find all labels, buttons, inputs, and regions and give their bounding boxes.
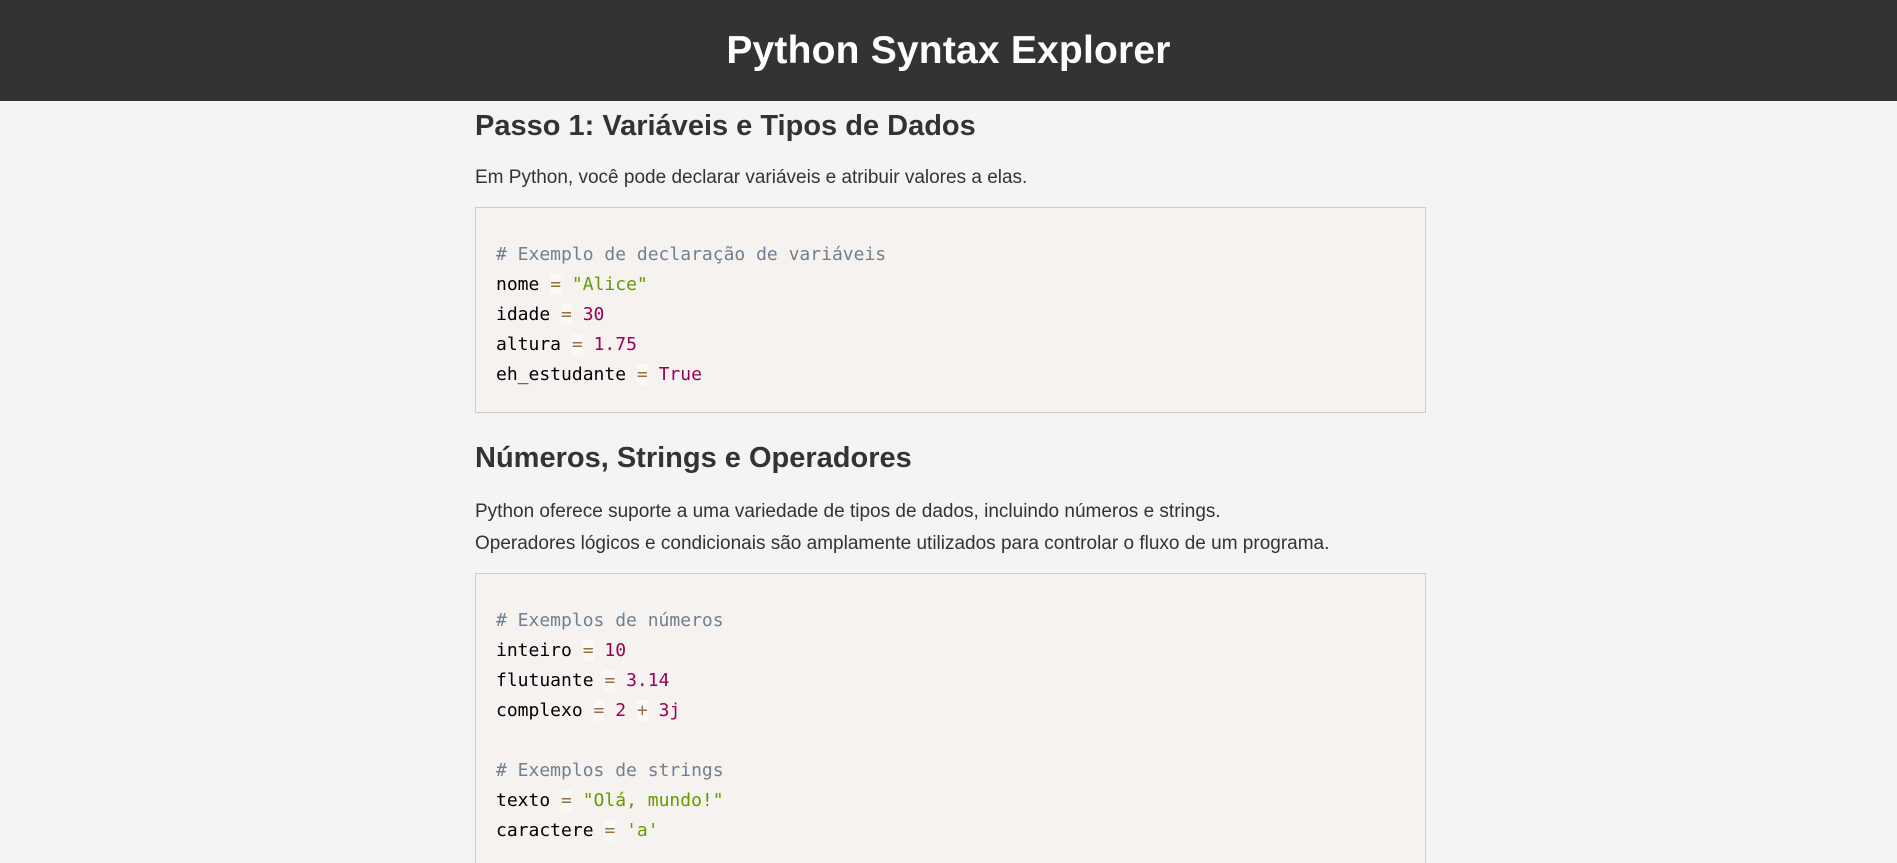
section-paragraph: Em Python, você pode declarar variáveis …	[475, 167, 1028, 188]
section-variables: Passo 1: Variáveis e Tipos de Dados Em P…	[475, 101, 1426, 413]
code-line: eh_estudante = True	[496, 360, 1405, 390]
code-token-comment: # Exemplos de números	[496, 610, 724, 631]
code-block: # Exemplos de números inteiro = 10 flutuan…	[475, 573, 1426, 863]
code-token-name: altura	[496, 334, 562, 355]
code-token-string: "Alice"	[571, 274, 648, 295]
code-token-number: 1.75	[593, 334, 637, 355]
code-line: # Exemplos de strings	[496, 756, 1405, 786]
code-token-number: 10	[604, 640, 627, 661]
code-token-bool: True	[658, 364, 702, 385]
code-line: # Exemplo de declaração de variáveis	[496, 240, 1405, 270]
code-line: caractere = 'a'	[496, 816, 1405, 846]
code-token-name: inteiro	[496, 640, 572, 661]
code-token-name: nome	[496, 274, 540, 295]
code-token-number: 3.14	[626, 670, 670, 691]
code-token-name: eh_estudante	[496, 364, 627, 385]
code-token-string: 'a'	[626, 820, 659, 841]
code-token-name: idade	[496, 304, 551, 325]
section-heading: Passo 1: Variáveis e Tipos de Dados	[475, 110, 976, 142]
code-token-number: 3j	[658, 700, 681, 721]
code-line: inteiro = 10	[496, 636, 1405, 666]
code-token-comment: # Exemplos de strings	[496, 760, 724, 781]
section-numbers-strings: Números, Strings e Operadores Python ofe…	[475, 442, 1426, 863]
code-token-op: =	[561, 304, 572, 325]
code-line: nome = "Alice"	[496, 270, 1405, 300]
code-token-name: caractere	[496, 820, 594, 841]
code-token-comment: # Exemplo de declaração de variáveis	[496, 244, 887, 265]
code-token-op: =	[582, 640, 594, 661]
code-token-op: =	[604, 670, 616, 691]
section-heading: Números, Strings e Operadores	[475, 442, 912, 474]
section-paragraph: Python oferece suporte a uma variedade d…	[475, 501, 1221, 522]
code-line: flutuante = 3.14	[496, 666, 1405, 696]
code-token-op: =	[636, 364, 648, 385]
code-token-op: +	[636, 700, 648, 721]
code-line: idade = 30	[496, 300, 1405, 330]
code-token-op: =	[604, 820, 616, 841]
code-token-name: complexo	[496, 700, 583, 721]
section-paragraph: Operadores lógicos e condicionais são am…	[475, 533, 1330, 554]
page-header: Python Syntax Explorer	[0, 0, 1897, 101]
main-content: Passo 1: Variáveis e Tipos de Dados Em P…	[475, 101, 1426, 863]
code-token-string: "Olá, mundo!"	[582, 790, 724, 811]
code-line: ​	[496, 726, 1405, 756]
code-line: texto = "Olá, mundo!"	[496, 786, 1405, 816]
code-line: altura = 1.75	[496, 330, 1405, 360]
page-title: Python Syntax Explorer	[726, 28, 1171, 72]
code-line: complexo = 2 + 3j	[496, 696, 1405, 726]
code-token-op: =	[593, 700, 605, 721]
code-line: # Exemplos de números	[496, 606, 1405, 636]
code-token-name: texto	[496, 790, 551, 811]
code-token-number: 30	[582, 304, 605, 325]
code-token-name: flutuante	[496, 670, 594, 691]
code-token-op: =	[561, 790, 572, 811]
code-token-op: =	[571, 334, 583, 355]
code-token-op: =	[550, 274, 562, 295]
code-block: # Exemplo de declaração de variáveis nome…	[475, 207, 1426, 413]
code-token-number: 2	[615, 700, 627, 721]
